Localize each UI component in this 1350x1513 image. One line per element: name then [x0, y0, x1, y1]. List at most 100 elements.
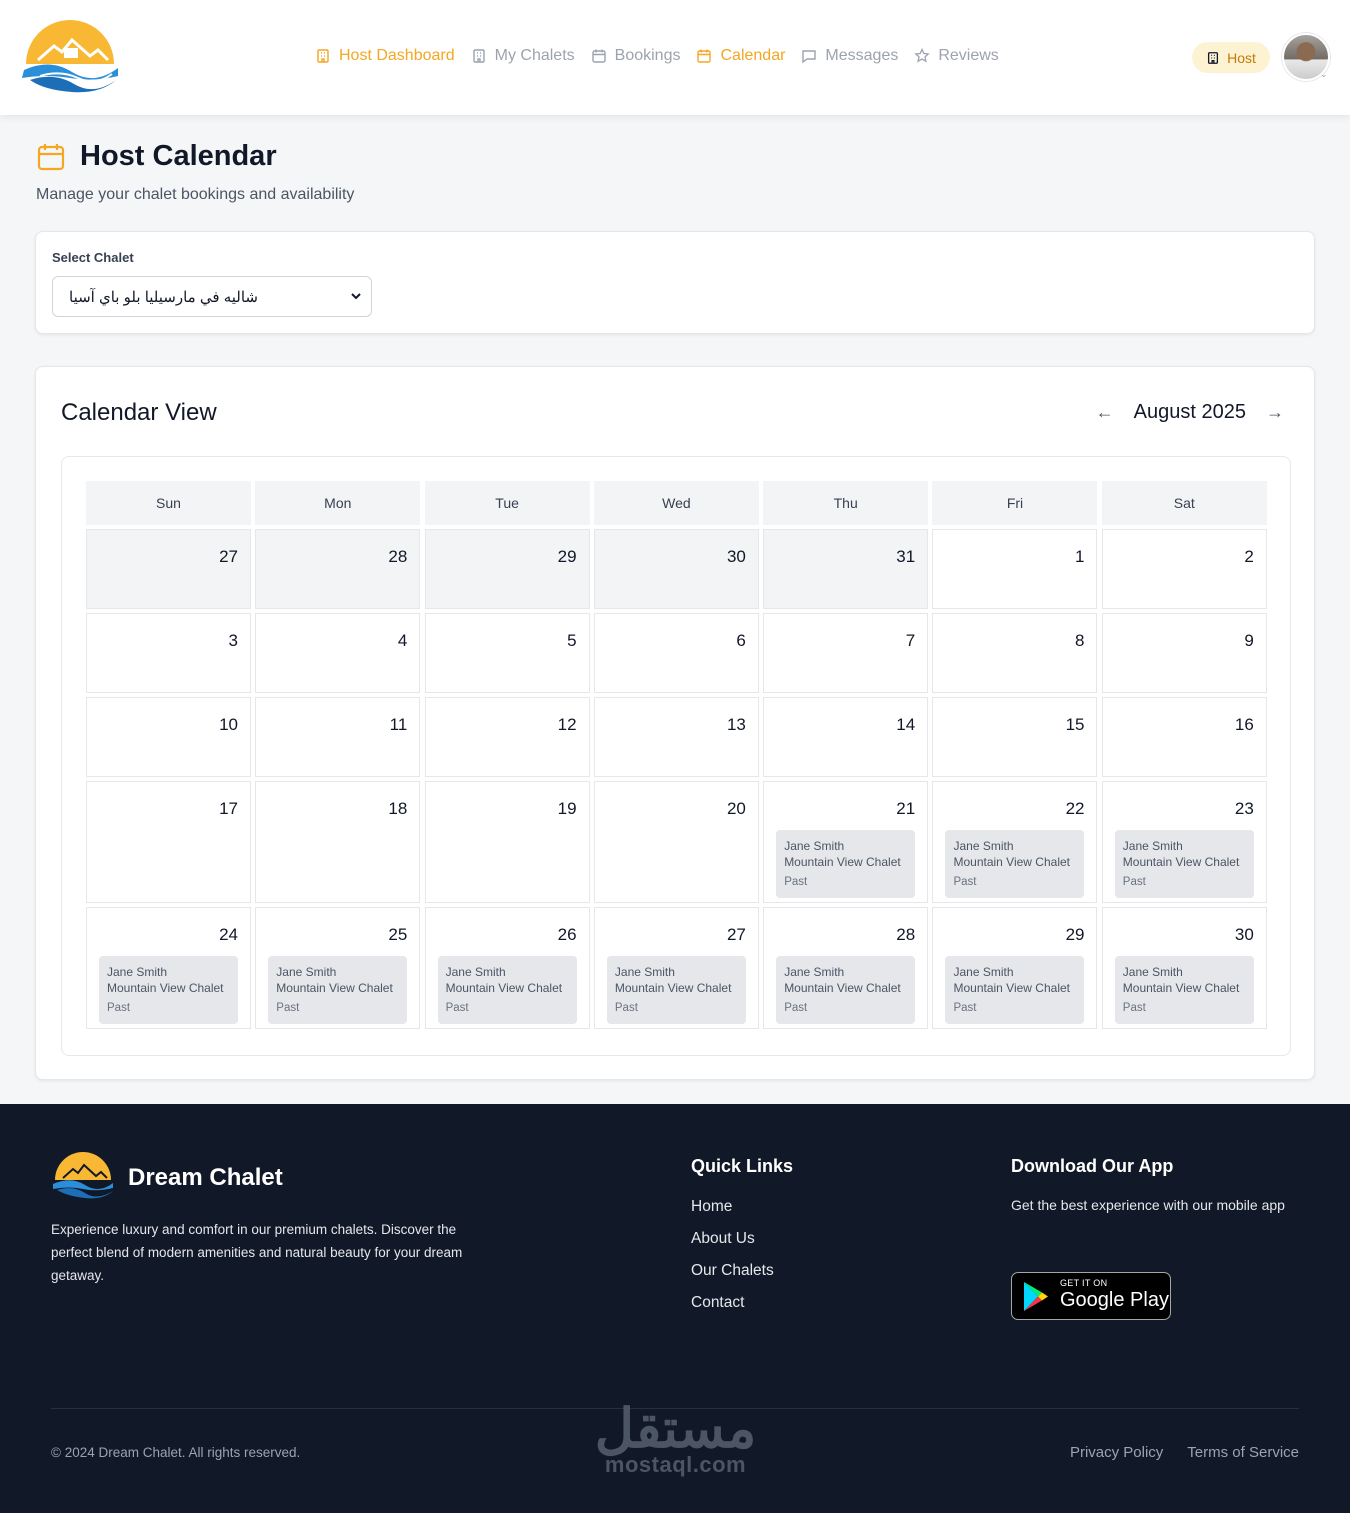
nav-my-chalets[interactable]: My Chalets [471, 47, 575, 65]
calendar-icon [37, 144, 65, 171]
booking-entry[interactable]: Jane Smith Mountain View Chalet Past [1114, 956, 1254, 1024]
page-subtitle: Manage your chalet bookings and availabi… [36, 186, 355, 203]
calendar-day-cell[interactable]: 21 Jane Smith Mountain View Chalet Past [763, 781, 929, 903]
nav-calendar[interactable]: Calendar [696, 47, 785, 65]
day-number: 25 [388, 925, 408, 944]
calendar-icon [697, 49, 712, 63]
day-number: 4 [397, 631, 408, 650]
calendar-day-cell[interactable]: 29 Jane Smith Mountain View Chalet Past [932, 907, 1098, 1029]
download-app-title: Download Our App [1011, 1156, 1174, 1176]
calendar-day-cell[interactable]: 4 [255, 613, 421, 693]
calendar-day-cell[interactable]: 24 Jane Smith Mountain View Chalet Past [86, 907, 251, 1029]
calendar-day-cell[interactable]: 11 [255, 697, 421, 777]
weekday-header: Tue [424, 481, 590, 525]
booking-entry[interactable]: Jane Smith Mountain View Chalet Past [437, 956, 577, 1024]
day-number: 6 [736, 631, 746, 650]
booking-entry[interactable]: Jane Smith Mountain View Chalet Past [776, 956, 916, 1024]
booking-guest-name: Jane Smith [107, 965, 168, 979]
calendar-day-cell[interactable]: 14 [763, 697, 929, 777]
chevron-down-icon[interactable]: ⌄ [1320, 70, 1328, 79]
day-number: 15 [1065, 715, 1085, 734]
calendar-day-cell[interactable]: 26 Jane Smith Mountain View Chalet Past [424, 907, 590, 1029]
booking-entry[interactable]: Jane Smith Mountain View Chalet Past [99, 956, 238, 1024]
calendar-day-cell[interactable]: 6 [593, 613, 759, 693]
booking-chalet-name: Mountain View Chalet [1122, 855, 1240, 869]
calendar-day-cell[interactable]: 30 [593, 529, 759, 609]
calendar-day-cell[interactable]: 31 [763, 529, 929, 609]
booking-status: Past [445, 1002, 469, 1014]
booking-entry[interactable]: Jane Smith Mountain View Chalet Past [776, 830, 916, 898]
nav-host-dashboard[interactable]: Host Dashboard [315, 47, 455, 65]
chalet-select[interactable]: شاليه في مارسيليا بلو باي آسيا [52, 276, 372, 317]
calendar-day-cell[interactable]: 29 [424, 529, 590, 609]
calendar-day-cell[interactable]: 22 Jane Smith Mountain View Chalet Past [932, 781, 1098, 903]
booking-entry[interactable]: Jane Smith Mountain View Chalet Past [1114, 830, 1254, 898]
booking-status: Past [1122, 1002, 1146, 1014]
day-number: 18 [388, 799, 408, 818]
day-number: 8 [1075, 631, 1085, 650]
footer-link-about[interactable]: About Us [691, 1230, 774, 1262]
calendar-day-cell[interactable]: 10 [86, 697, 251, 777]
building-icon [472, 49, 485, 63]
booking-entry[interactable]: Jane Smith Mountain View Chalet Past [606, 956, 746, 1024]
booking-entry[interactable]: Jane Smith Mountain View Chalet Past [945, 956, 1085, 1024]
dream-chalet-logo[interactable] [20, 20, 120, 94]
calendar-day-cell[interactable]: 9 [1101, 613, 1267, 693]
booking-guest-name: Jane Smith [953, 839, 1014, 853]
booking-entry[interactable]: Jane Smith Mountain View Chalet Past [268, 956, 408, 1024]
footer: Dream Chalet Experience luxury and comfo… [0, 1104, 1350, 1513]
day-number: 9 [1244, 631, 1254, 650]
privacy-policy-link[interactable]: Privacy Policy [1070, 1444, 1163, 1461]
calendar-day-cell[interactable]: 1 [932, 529, 1098, 609]
prev-month-button[interactable]: ← [1096, 402, 1114, 423]
calendar-day-cell[interactable]: 3 [86, 613, 251, 693]
calendar-day-cell[interactable]: 16 [1101, 697, 1267, 777]
booking-entry[interactable]: Jane Smith Mountain View Chalet Past [945, 830, 1085, 898]
calendar-day-cell[interactable]: 13 [593, 697, 759, 777]
booking-guest-name: Jane Smith [614, 965, 675, 979]
day-number: 31 [896, 547, 916, 566]
calendar-icon [591, 49, 606, 63]
calendar-day-cell[interactable]: 12 [424, 697, 590, 777]
weekday-header: Fri [932, 481, 1098, 525]
calendar-day-cell[interactable]: 17 [86, 781, 251, 903]
footer-link-home[interactable]: Home [691, 1198, 774, 1230]
calendar-day-cell[interactable]: 18 [255, 781, 421, 903]
calendar-day-cell[interactable]: 2 [1101, 529, 1267, 609]
calendar-day-cell[interactable]: 27 Jane Smith Mountain View Chalet Past [593, 907, 759, 1029]
nav-messages[interactable]: Messages [801, 47, 898, 65]
nav-reviews[interactable]: Reviews [914, 47, 999, 65]
day-number: 10 [219, 715, 238, 734]
dream-chalet-logo[interactable] [51, 1152, 115, 1200]
nav-label: Host Dashboard [339, 47, 455, 64]
calendar-day-cell[interactable]: 23 Jane Smith Mountain View Chalet Past [1101, 781, 1267, 903]
top-navbar: Host Dashboard My Chalets Bookings Calen… [0, 0, 1350, 115]
terms-of-service-link[interactable]: Terms of Service [1187, 1444, 1299, 1461]
footer-link-contact[interactable]: Contact [691, 1294, 774, 1326]
calendar-day-cell[interactable]: 30 Jane Smith Mountain View Chalet Past [1101, 907, 1267, 1029]
calendar-day-cell[interactable]: 8 [932, 613, 1098, 693]
google-play-button[interactable]: GET IT ON Google Play [1011, 1272, 1171, 1320]
calendar-day-cell[interactable]: 20 [593, 781, 759, 903]
calendar-day-cell[interactable]: 25 Jane Smith Mountain View Chalet Past [255, 907, 421, 1029]
next-month-button[interactable]: → [1266, 402, 1284, 423]
calendar-day-cell[interactable]: 15 [932, 697, 1098, 777]
calendar-title: Calendar View [61, 399, 217, 426]
calendar-card: Calendar View ← August 2025 → Sun Mon Tue W… [35, 366, 1315, 1080]
day-number: 20 [726, 799, 746, 818]
calendar-day-cell[interactable]: 19 [424, 781, 590, 903]
calendar-day-cell[interactable]: 27 [86, 529, 251, 609]
footer-link-chalets[interactable]: Our Chalets [691, 1262, 774, 1294]
footer-description: Experience luxury and comfort in our pre… [51, 1222, 463, 1283]
calendar-day-cell[interactable]: 28 [255, 529, 421, 609]
building-icon [1208, 51, 1219, 64]
host-role-badge[interactable]: Host [1192, 42, 1270, 73]
nav-bookings[interactable]: Bookings [591, 47, 680, 65]
calendar-grid-container: Sun Mon Tue Wed Thu Fri Sat 27 28 29 30 31 1 2 3 4 5 6 7 8 9… [61, 456, 1291, 1056]
calendar-day-cell[interactable]: 7 [763, 613, 929, 693]
calendar-day-cell[interactable]: 28 Jane Smith Mountain View Chalet Past [763, 907, 929, 1029]
day-number: 16 [1234, 715, 1254, 734]
booking-status: Past [953, 876, 977, 888]
calendar-day-cell[interactable]: 5 [424, 613, 590, 693]
booking-guest-name: Jane Smith [276, 965, 337, 979]
